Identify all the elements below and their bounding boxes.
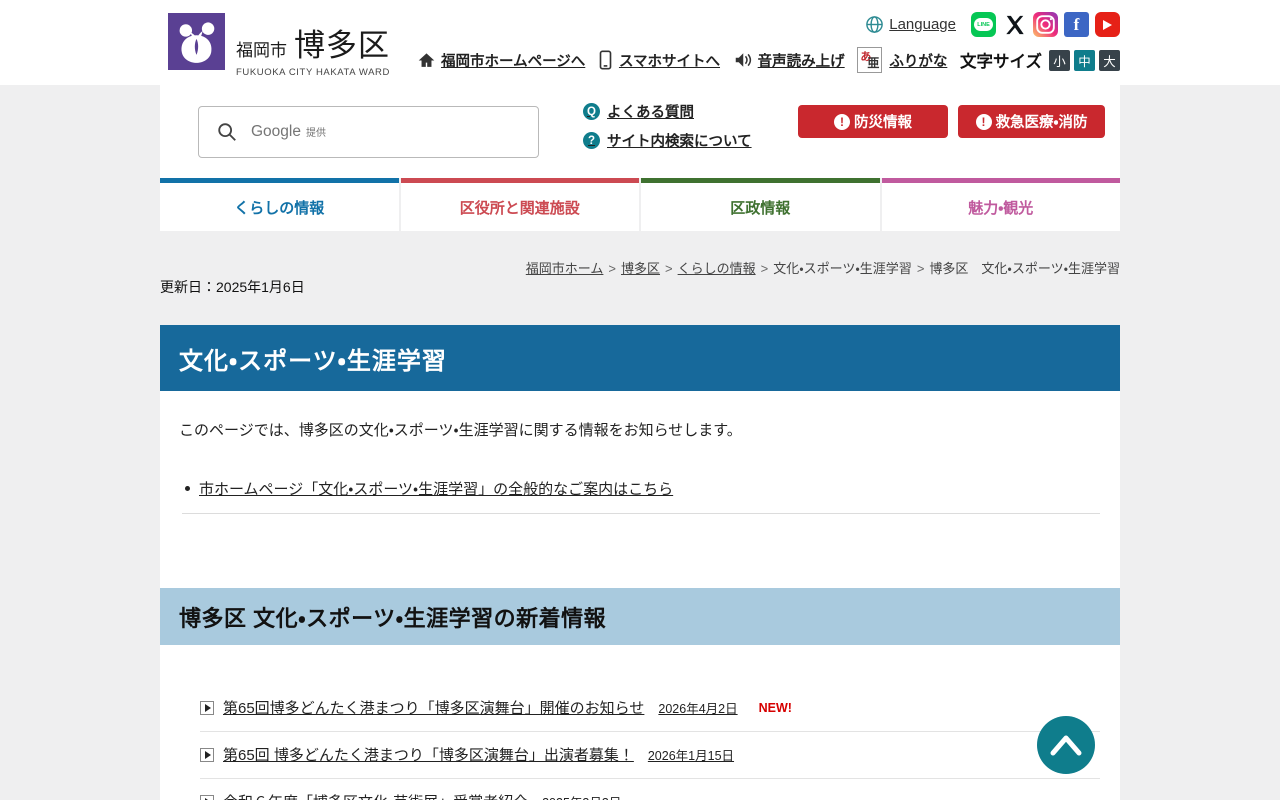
q-circle-icon: Q <box>583 103 600 120</box>
social-links: LINE f <box>971 12 1120 37</box>
logo-city-name: 福岡市 <box>236 41 287 60</box>
text-size-medium-button[interactable]: 中 <box>1074 49 1095 71</box>
updated-date: 更新日：2025年1月6日 <box>160 279 305 295</box>
list-item: 市ホームページ「文化・スポーツ・生涯学習」の全般的なご案内はこちら <box>182 478 1100 514</box>
youtube-icon[interactable] <box>1095 12 1120 37</box>
page-intro: このページでは、博多区の文化・スポーツ・生涯学習に関する情報をお知らせします。 <box>179 422 742 439</box>
smartphone-site-link[interactable]: スマホサイトへ <box>598 50 720 71</box>
news-list: 第65回博多どんたく港まつり「博多区演舞台」開催のお知らせ 2026年4月2日 N… <box>200 685 1100 800</box>
breadcrumb-category: 文化・スポーツ・生涯学習 <box>773 261 912 276</box>
logo-subtitle: FUKUOKA CITY HAKATA WARD <box>236 67 390 78</box>
news-item: 第65回 博多どんたく港まつり「博多区演舞台」出演者募集！ 2026年1月15日 <box>200 732 1100 779</box>
search-band: Google 提供 Q よくある質問 ? サイト内検索について ! 防災情報 !… <box>0 85 1280 178</box>
play-box-icon <box>200 747 214 762</box>
logo-ward-name: 博多区 <box>294 28 390 63</box>
furigana-link[interactable]: ふりがな <box>889 50 947 71</box>
site-header: 福岡市 博多区 FUKUOKA CITY HAKATA WARD Languag… <box>0 0 1280 85</box>
news-date: 2026年4月2日 <box>658 702 738 716</box>
tab-kusei-joho[interactable]: 区政情報 <box>641 178 880 231</box>
speaker-icon <box>735 53 751 67</box>
language-link[interactable]: Language <box>865 15 956 34</box>
breadcrumb-kurashi[interactable]: くらしの情報 <box>678 261 756 276</box>
smartphone-icon <box>599 50 612 70</box>
question-circle-icon: ? <box>583 132 600 149</box>
scroll-to-top-button[interactable] <box>1037 716 1095 774</box>
tab-miryoku-kanko[interactable]: 魅力・観光 <box>881 178 1120 231</box>
alert-icon: ! <box>975 113 992 130</box>
alert-icon: ! <box>834 113 850 130</box>
news-date: 2026年1月15日 <box>647 749 735 763</box>
header-utility-links: 福岡市ホームページへ スマホサイトへ 音声読み上げ あ 亜 ふりがな 文字サイズ… <box>418 47 1120 73</box>
text-size-label: 文字サイズ <box>959 53 1042 71</box>
text-size-large-button[interactable]: 大 <box>1099 49 1120 71</box>
play-box-icon <box>200 794 214 800</box>
news-section-title: 博多区 文化・スポーツ・生涯学習の新着情報 <box>160 588 1120 645</box>
breadcrumb: 福岡市ホーム > 博多区 > くらしの情報 > 文化・スポーツ・生涯学習 > 博多区 文化・スポ… <box>525 261 1120 276</box>
site-logo[interactable]: 福岡市 博多区 FUKUOKA CITY HAKATA WARD <box>168 13 390 78</box>
tab-kurashi-no-joho[interactable]: くらしの情報 <box>160 178 399 231</box>
fukuoka-emblem-icon <box>168 13 225 70</box>
news-item: 令和６年度「博多区文化・芸術展」受賞者紹介2025年3月3日 <box>200 779 1100 800</box>
news-link[interactable]: 令和６年度「博多区文化・芸術展」受賞者紹介2025年3月3日 <box>223 791 621 800</box>
play-box-icon <box>200 700 214 715</box>
x-twitter-icon[interactable] <box>1002 12 1027 37</box>
faq-link[interactable]: Q よくある質問 <box>583 101 752 122</box>
news-link[interactable]: 第65回 博多どんたく港まつり「博多区演舞台」出演者募集！ 2026年1月15日 <box>223 744 734 765</box>
breadcrumb-city-home[interactable]: 福岡市ホーム <box>526 261 604 276</box>
search-input[interactable]: Google 提供 <box>198 106 539 158</box>
facebook-icon[interactable]: f <box>1064 12 1089 37</box>
breadcrumb-hakata-ward[interactable]: 博多区 <box>621 261 660 276</box>
voice-readout-link[interactable]: 音声読み上げ <box>733 50 845 71</box>
city-homepage-link[interactable]: 福岡市ホームページへ <box>418 50 585 71</box>
search-icon <box>218 123 236 141</box>
news-date: 2025年3月3日 <box>542 796 621 800</box>
disaster-info-button[interactable]: ! 防災情報 <box>798 105 948 138</box>
instagram-icon[interactable] <box>1033 12 1058 37</box>
furigana-icon: あ 亜 <box>857 47 883 73</box>
news-link[interactable]: 第65回博多どんたく港まつり「博多区演舞台」開催のお知らせ 2026年4月2日 <box>223 697 738 718</box>
emergency-medical-button[interactable]: ! 救急医療・消防 <box>958 105 1105 138</box>
home-icon <box>418 52 435 67</box>
general-guide-link[interactable]: 市ホームページ「文化・スポーツ・生涯学習」の全般的なご案内はこちら <box>199 481 673 498</box>
new-badge: NEW! <box>758 700 792 715</box>
chevron-up-icon <box>1050 735 1082 756</box>
search-placeholder: Google 提供 <box>251 123 326 140</box>
page-title: 文化・スポーツ・生涯学習 <box>160 325 1120 391</box>
text-size-control: 文字サイズ 小 中 大 <box>960 48 1120 72</box>
news-item: 第65回博多どんたく港まつり「博多区演舞台」開催のお知らせ 2026年4月2日 N… <box>200 685 1100 732</box>
general-guide-list: 市ホームページ「文化・スポーツ・生涯学習」の全般的なご案内はこちら <box>182 478 1100 514</box>
nav-band: くらしの情報 区役所と関連施設 区政情報 魅力・観光 <box>0 178 1280 231</box>
line-icon[interactable]: LINE <box>971 12 996 37</box>
site-search-info-link[interactable]: ? サイト内検索について <box>583 130 752 151</box>
tab-kuyakusho[interactable]: 区役所と関連施設 <box>400 178 639 231</box>
breadcrumb-current-page: 博多区 文化・スポーツ・生涯学習 <box>929 261 1120 276</box>
text-size-small-button[interactable]: 小 <box>1049 49 1070 71</box>
globe-icon <box>866 16 884 33</box>
breadcrumb-band: 福岡市ホーム > 博多区 > くらしの情報 > 文化・スポーツ・生涯学習 > 博多区 文化・スポ… <box>0 231 1280 325</box>
